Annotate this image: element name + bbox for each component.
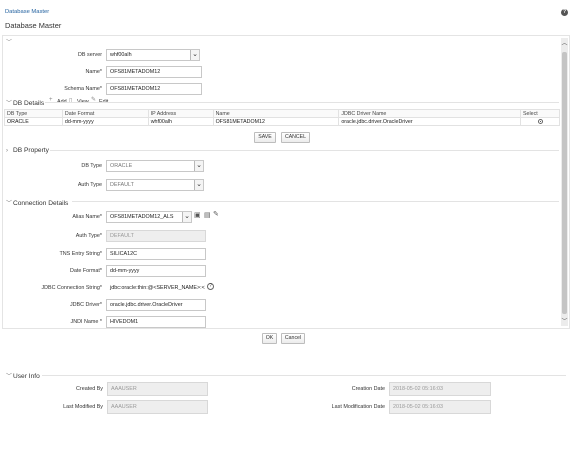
schema-name-input[interactable]: OFS81METADOM12 [106,83,202,95]
db-type-select[interactable]: ORACLE ⌄ [106,160,204,172]
chevron-down-icon: ⌄ [194,180,203,190]
alias-name-select[interactable]: OFS81METADOM12_ALS ⌄ [106,211,192,223]
table-row[interactable]: ORACLE dd-mm-yyyy whf00alh OFS81METADOM1… [4,117,560,126]
name-input[interactable]: OFS81METADOM12 [106,66,202,78]
jdbc-connection-input[interactable]: jdbc:oracle:thin:@<SERVER_NAME>:<F [106,282,206,294]
alias-name-label: Alias Name* [72,214,102,220]
jdbc-driver-label: JDBC Driver* [69,302,102,308]
last-modified-by-label: Last Modified By [63,404,103,410]
view-icon[interactable]: ▤ [204,211,211,219]
user-info-header[interactable]: ﹀User Info [6,371,40,380]
connection-details-title: Connection Details [13,200,69,207]
tns-entry-input[interactable]: SILICA12C [106,248,206,260]
scroll-down-icon[interactable]: ﹀ [561,316,568,325]
divider [72,201,559,202]
chevron-down-icon: ﹀ [6,101,13,107]
last-modification-date-field: 2018-05-02 05:16:03 [389,400,491,414]
db-server-value: whf00alh [110,52,132,58]
jndi-name-input[interactable]: HIVEDOM1 [106,316,206,328]
db-server-select[interactable]: whf00alh ⌄ [106,49,200,61]
help-icon[interactable]: ? [561,9,568,16]
name-label: Name* [85,69,102,75]
db-property-title: DB Property [13,147,49,154]
edit-icon[interactable]: ✎ [213,210,219,218]
tns-entry-label: TNS Entry String* [59,251,102,257]
db-type-label: DB Type [81,163,102,169]
cancel-button[interactable]: Cancel [281,333,305,344]
table-cell: whf00alh [147,117,214,126]
date-format-label: Date Format* [69,268,102,274]
table-cell: oracle.jdbc.driver.OracleDriver [338,117,522,126]
column-header: Select [520,109,560,118]
connection-details-header[interactable]: ﹀Connection Details [6,198,68,207]
table-cell: ORACLE [4,117,63,126]
jndi-name-label: JNDI Name * [70,319,102,325]
auth-type-label: Auth Type [77,182,102,188]
db-type-value: ORACLE [110,163,133,169]
breadcrumb[interactable]: Database Master [5,9,49,15]
auth-type-select[interactable]: DEFAULT ⌄ [106,179,204,191]
date-format-input[interactable]: dd-mm-yyyy [106,265,206,277]
row-select-radio[interactable] [537,118,543,124]
auth-type-label: Auth Type* [75,233,102,239]
last-modified-by-field: AAAUSER [107,400,208,414]
alias-name-value: OFS81METADOM12_ALS [110,214,174,220]
chevron-right-icon: › [6,148,8,154]
db-details-table: DB Type Date Format IP Address Name JDBC… [4,109,560,126]
auth-type-value: DEFAULT [110,182,134,188]
table-cell: OFS81METADOM12 [212,117,340,126]
last-modification-date-label: Last Modification Date [331,404,385,410]
column-header: Date Format [61,109,149,118]
table-header-row: DB Type Date Format IP Address Name JDBC… [4,109,560,118]
chevron-down-icon: ⌄ [194,161,203,171]
jdbc-driver-input[interactable]: oracle.jdbc.driver.OracleDriver [106,299,206,311]
select-cell [520,117,560,126]
created-by-label: Created By [76,386,103,392]
page-title: Database Master [5,21,62,30]
chevron-down-icon: ⌄ [190,50,199,60]
db-property-header[interactable]: › DB Property [6,147,49,154]
table-cell: dd-mm-yyyy [61,117,149,126]
schema-name-label: Schema Name* [64,86,102,92]
column-header: IP Address [147,109,214,118]
divider [50,150,559,151]
db-details-title: DB Details [13,100,45,107]
collapse-top-chevron[interactable]: ﹀ [6,37,12,46]
copy-icon[interactable]: ▣ [194,211,201,219]
chevron-down-icon: ⌄ [182,212,191,222]
jdbc-connection-label: JDBC Connection String* [41,285,102,291]
help-icon[interactable]: ? [207,283,214,290]
db-details-header[interactable]: ﹀DB Details [6,98,44,107]
scroll-up-icon[interactable]: ︿ [561,38,568,47]
db-server-label: DB server [78,52,102,58]
scrollbar-thumb[interactable] [562,52,567,314]
column-header: Name [212,109,340,118]
creation-date-field: 2018-05-02 05:16:03 [389,382,491,396]
divider [45,102,559,103]
creation-date-label: Creation Date [351,386,385,392]
column-header: JDBC Driver Name [338,109,522,118]
created-by-field: AAAUSER [107,382,208,396]
divider [42,375,566,376]
chevron-down-icon: ﹀ [6,374,13,380]
ok-button[interactable]: OK [262,333,277,344]
auth-type-input[interactable]: DEFAULT [106,230,206,242]
user-info-title: User Info [13,373,40,380]
chevron-down-icon: ﹀ [6,201,13,207]
save-button[interactable]: SAVE [254,132,276,143]
column-header: DB Type [4,109,63,118]
cancel-button[interactable]: CANCEL [281,132,310,143]
